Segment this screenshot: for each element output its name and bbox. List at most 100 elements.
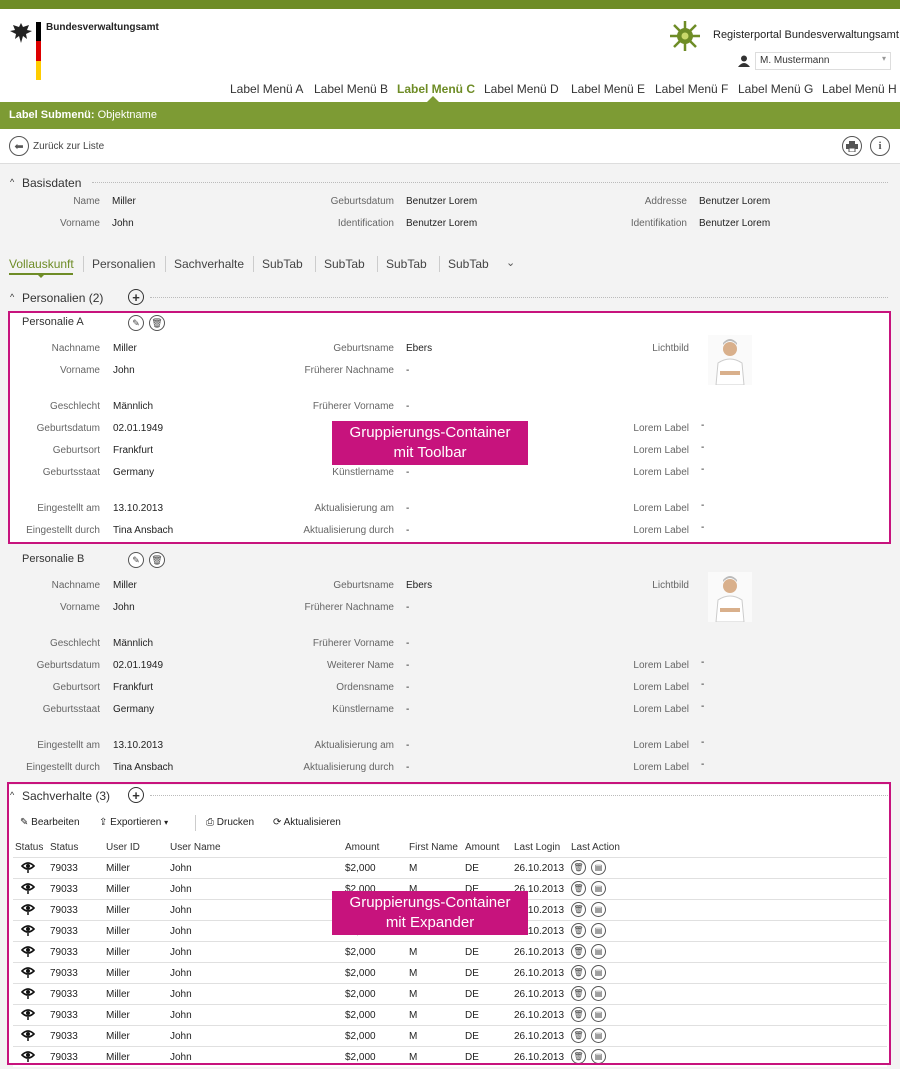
field-label: Identification	[337, 218, 394, 229]
german-flag	[36, 22, 41, 80]
personalien-title: Personalien (2)	[22, 291, 104, 305]
field-label: Lorem Label	[633, 660, 689, 671]
field-value: -	[406, 602, 410, 613]
field-label: Lorem Label	[633, 682, 689, 693]
tab[interactable]: Sachverhalte	[174, 257, 244, 271]
field-label: Nachname	[51, 580, 100, 591]
field-label: Weiterer Name	[326, 660, 394, 671]
field-value: -	[406, 704, 410, 715]
field-value: Germany	[113, 704, 155, 715]
field-value: -	[701, 701, 705, 712]
personalie-b-title: Personalie B	[22, 553, 85, 565]
field-label: Vorname	[59, 602, 100, 613]
field-label: Lichtbild	[652, 580, 689, 591]
field-label: Künstlername	[332, 704, 394, 715]
field-label: Lorem Label	[633, 704, 689, 715]
tab[interactable]: Personalien	[92, 257, 155, 271]
info-button[interactable]: i	[870, 136, 890, 156]
nav-item[interactable]: Label Menü A	[230, 82, 303, 96]
field-value: Benutzer Lorem	[406, 196, 478, 207]
portal-label[interactable]: Registerportal Bundesverwaltungsamt	[713, 29, 899, 41]
active-tab-pointer	[36, 273, 46, 278]
field-label: Geburtsstaat	[42, 704, 100, 715]
back-arrow-icon[interactable]: ⬅	[9, 136, 29, 156]
nav-item[interactable]: Label Menü H	[822, 82, 897, 96]
field-label: Lorem Label	[633, 762, 689, 773]
field-label: Geburtsdatum	[330, 196, 394, 207]
user-icon	[738, 55, 750, 67]
callout-expander-line1: Gruppierungs-Container	[349, 894, 511, 911]
nav-item[interactable]: Label Menü D	[484, 82, 559, 96]
callout-toolbar-line1: Gruppierungs-Container	[349, 424, 511, 441]
field-label: Eingestellt durch	[26, 762, 100, 773]
submenu-bar: Label Submenü: Objektname	[0, 102, 900, 129]
collapse-caret-icon[interactable]: ^	[10, 292, 14, 302]
field-value: -	[701, 737, 705, 748]
field-value: -	[406, 660, 410, 671]
field-label: Addresse	[644, 196, 687, 207]
tab[interactable]: SubTab	[448, 257, 489, 271]
field-label: Eingestellt am	[37, 740, 100, 751]
submenu-prefix: Label Submenü:	[9, 109, 95, 121]
field-label: Geburtsname	[333, 580, 394, 591]
user-select[interactable]: M. Mustermann ▾	[755, 52, 891, 70]
tab[interactable]: SubTab	[262, 257, 303, 271]
back-bar	[0, 129, 900, 164]
back-link[interactable]: Zurück zur Liste	[33, 141, 104, 152]
field-value: -	[406, 740, 410, 751]
divider	[92, 182, 888, 183]
field-value: Miller	[113, 580, 137, 591]
field-label: Name	[73, 196, 100, 207]
delete-trash-icon[interactable]: 🗑	[149, 552, 165, 568]
tab-separator	[315, 256, 316, 272]
field-value: Benutzer Lorem	[699, 196, 771, 207]
add-personalie-button[interactable]: +	[128, 289, 144, 305]
callout-expander-line2: mit Expander	[385, 914, 475, 931]
field-label: Geburtsdatum	[36, 660, 100, 671]
field-value: John	[112, 218, 134, 229]
tab-separator	[253, 256, 254, 272]
field-value: 02.01.1949	[113, 660, 164, 671]
field-value: Benutzer Lorem	[699, 218, 771, 229]
agency-name: Bundesverwaltungsamt	[46, 22, 159, 33]
field-value: -	[701, 657, 705, 668]
field-label: Früherer Vorname	[312, 638, 394, 649]
tab-active[interactable]: Vollauskunft	[9, 257, 74, 271]
field-value: Männlich	[113, 638, 154, 649]
field-value: Frankfurt	[113, 682, 154, 693]
collapse-caret-icon[interactable]: ^	[10, 177, 14, 187]
field-label: Geschlecht	[49, 638, 100, 649]
nav-item[interactable]: Label Menü C	[397, 82, 475, 96]
print-button[interactable]	[842, 136, 862, 156]
edit-pencil-icon[interactable]: ✎	[128, 552, 144, 568]
field-label: Geburtsort	[52, 682, 100, 693]
top-stripe	[0, 0, 900, 9]
field-label: Aktualisierung durch	[303, 762, 394, 773]
field-label: Aktualisierung am	[314, 740, 394, 751]
field-value: John	[113, 602, 135, 613]
tab[interactable]: SubTab	[386, 257, 427, 271]
field-label: Ordensname	[336, 682, 394, 693]
tab-separator	[439, 256, 440, 272]
field-value: -	[406, 638, 410, 649]
portal-logo-icon	[670, 21, 700, 51]
field-value: Ebers	[406, 580, 433, 591]
nav-item[interactable]: Label Menü E	[571, 82, 645, 96]
field-label: Identifikation	[630, 218, 687, 229]
tab[interactable]: SubTab	[324, 257, 365, 271]
field-value: Miller	[112, 196, 136, 207]
tabs-more-chevron-icon[interactable]: ⌄	[506, 256, 515, 269]
field-value: Tina Ansbach	[113, 762, 174, 773]
field-value: -	[406, 682, 410, 693]
nav-item[interactable]: Label Menü B	[314, 82, 388, 96]
print-icon	[846, 140, 858, 152]
field-label: Früherer Nachname	[304, 602, 394, 613]
nav-item[interactable]: Label Menü F	[655, 82, 728, 96]
nav-item[interactable]: Label Menü G	[738, 82, 813, 96]
portrait-photo	[708, 572, 752, 623]
eagle-icon	[10, 23, 32, 43]
field-value: -	[701, 759, 705, 770]
callout-toolbar: Gruppierungs-Container mit Toolbar	[332, 421, 528, 465]
field-value: -	[406, 762, 410, 773]
field-value: -	[701, 679, 705, 690]
